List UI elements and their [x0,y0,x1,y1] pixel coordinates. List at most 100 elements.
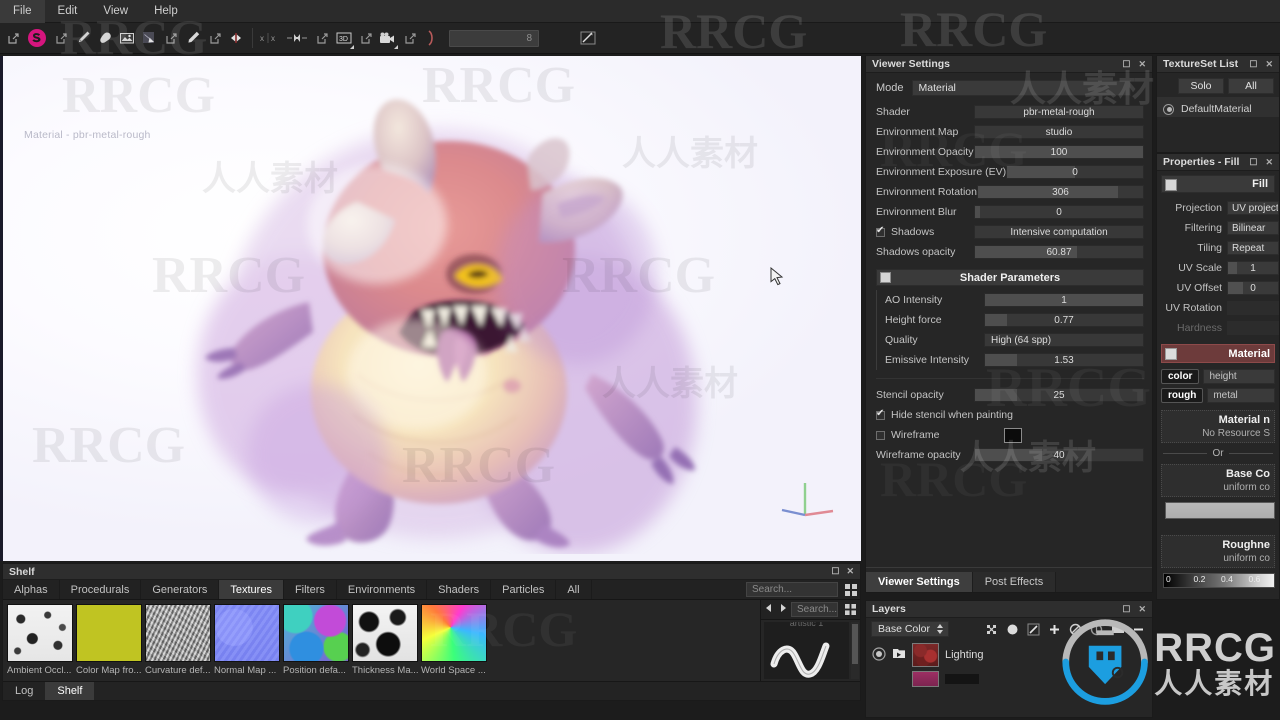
paint-brush-icon[interactable] [72,26,94,50]
shelf-item-6[interactable]: Thickness Ma... [352,604,418,681]
brush-list[interactable]: artistic 1 artistic 2 [764,622,849,679]
environment-rotation-slider[interactable]: 306 [977,185,1144,199]
paint-stroke-icon[interactable] [1025,621,1042,637]
quality-select[interactable]: High (64 spp) [984,333,1144,347]
tab-post-effects[interactable]: Post Effects [973,572,1057,592]
shelf-tab-alphas[interactable]: Alphas [3,580,60,599]
shelf-search-input[interactable]: Search... [746,582,838,597]
orientation-gizmo[interactable] [779,477,839,533]
mirror-xx-icon[interactable]: xx [257,26,283,50]
brush-stroke-preview[interactable] [768,630,846,679]
material-toggle[interactable] [1165,348,1177,360]
fill-circle-icon[interactable] [1004,621,1021,637]
dock-handle-icon-2[interactable] [50,26,72,50]
height-force-slider[interactable]: 0.77 [984,313,1144,327]
shelf-item-4[interactable]: Normal Map ... [214,604,280,681]
tiling-select[interactable]: Repeat [1227,241,1279,255]
mode-select[interactable]: Material [912,80,1131,96]
3d-view-icon[interactable]: 3D [333,26,355,50]
mask-fx-icon[interactable] [983,621,1000,637]
projection-select[interactable]: UV projection [1227,201,1279,215]
environment-map-select[interactable]: studio [974,125,1144,139]
camera-icon[interactable] [377,26,399,50]
dock-handle-icon-4[interactable] [204,26,226,50]
symmetry-icon[interactable] [226,26,248,50]
dock-handle-icon-3[interactable] [160,26,182,50]
layer-thumbnail[interactable] [912,643,939,667]
brush-grid-view-icon[interactable] [842,602,858,617]
undock-icon-ts[interactable]: ☐ [1249,59,1257,70]
undock-icon[interactable]: ☐ [831,566,839,577]
environment-exposure-slider[interactable]: 0 [1006,165,1144,179]
material-header[interactable]: Material [1161,344,1275,363]
3d-viewport[interactable]: Material - pbr-metal-rough RRCG RRCG RRC… [2,56,861,561]
shadows-quality-select[interactable]: Intensive computation [974,225,1144,239]
layer-mask-thumbnail[interactable] [945,674,979,684]
chevron-down-icon[interactable] [350,45,354,49]
shader-parameters-header[interactable]: Shader Parameters [876,269,1144,286]
smudge-icon[interactable] [182,26,204,50]
channel-selector[interactable]: Base Color [871,621,949,637]
solo-button[interactable]: Solo [1178,78,1224,94]
brush-scrollbar-thumb[interactable] [852,624,858,664]
next-page-icon[interactable] [777,602,789,617]
channel-field-height[interactable]: height [1203,369,1275,384]
menu-file[interactable]: File [0,0,45,23]
tab-shelf[interactable]: Shelf [45,682,94,700]
shelf-tab-textures[interactable]: Textures [219,580,284,599]
mirror-axis-icon[interactable] [283,26,311,50]
thickness-thumbnail[interactable] [352,604,418,662]
shader-parameters-toggle[interactable] [880,272,891,283]
shelf-tab-procedurals[interactable]: Procedurals [60,580,142,599]
textureset-item-defaultmaterial[interactable]: DefaultMaterial [1157,97,1279,117]
close-icon-vs[interactable]: ✕ [1138,59,1146,70]
polygon-fill-icon[interactable] [138,26,160,50]
shelf-item-7[interactable]: World Space ... [421,604,487,681]
projection-icon[interactable] [116,26,138,50]
uv-rotation-slider[interactable] [1227,301,1279,315]
wireframe-opacity-slider[interactable]: 40 [974,448,1144,462]
fill-toggle[interactable] [1165,179,1177,191]
environment-blur-slider[interactable]: 0 [974,205,1144,219]
menu-help[interactable]: Help [141,0,191,23]
worldspace-thumbnail[interactable] [421,604,487,662]
brush-search-input[interactable]: Search... [791,602,838,617]
close-icon[interactable]: ✕ [846,566,854,577]
channel-field-metal[interactable]: metal [1207,388,1275,403]
environment-opacity-slider[interactable]: 100 [974,145,1144,159]
wireframe-color-swatch[interactable] [1004,428,1022,443]
layer-thumbnail-2[interactable] [912,671,939,687]
base-color-swatch[interactable] [1165,502,1275,519]
brush-size-field[interactable]: 8 [449,30,539,47]
ao-intensity-slider[interactable]: 1 [984,293,1144,307]
folder-expand-icon[interactable] [892,647,906,663]
fill-header[interactable]: Fill [1161,175,1275,193]
layer-visibility-icon[interactable] [872,647,886,664]
channel-tag-color[interactable]: color [1161,369,1199,384]
hide-stencil-checkbox[interactable] [876,411,885,420]
prev-page-icon[interactable] [763,602,775,617]
shelf-tab-filters[interactable]: Filters [284,580,337,599]
dock-handle-icon[interactable] [2,26,24,50]
dock-handle-icon-6[interactable] [355,26,377,50]
dock-handle-icon-7[interactable] [399,26,421,50]
emissive-intensity-slider[interactable]: 1.53 [984,353,1144,367]
shader-select[interactable]: pbr-metal-rough [974,105,1144,119]
chevron-down-icon-2[interactable] [394,45,398,49]
close-icon-ts[interactable]: ✕ [1265,59,1273,70]
all-button[interactable]: All [1228,78,1274,94]
stencil-icon[interactable] [421,26,443,50]
eraser-icon[interactable] [94,26,116,50]
curvature-thumbnail[interactable] [145,604,211,662]
channel-tag-rough[interactable]: rough [1161,388,1203,403]
wireframe-checkbox[interactable] [876,431,885,440]
undock-icon-pr[interactable]: ☐ [1249,157,1257,168]
shelf-tab-all[interactable]: All [556,580,591,599]
shelf-item-3[interactable]: Curvature def... [145,604,211,681]
ao-thumbnail[interactable] [7,604,73,662]
dock-handle-icon-5[interactable] [311,26,333,50]
textureset-radio-icon[interactable] [1163,104,1174,115]
shelf-item[interactable]: Ambient Occl... [7,604,73,681]
menu-edit[interactable]: Edit [45,0,91,23]
uv-scale-slider[interactable]: 1 [1227,261,1279,275]
